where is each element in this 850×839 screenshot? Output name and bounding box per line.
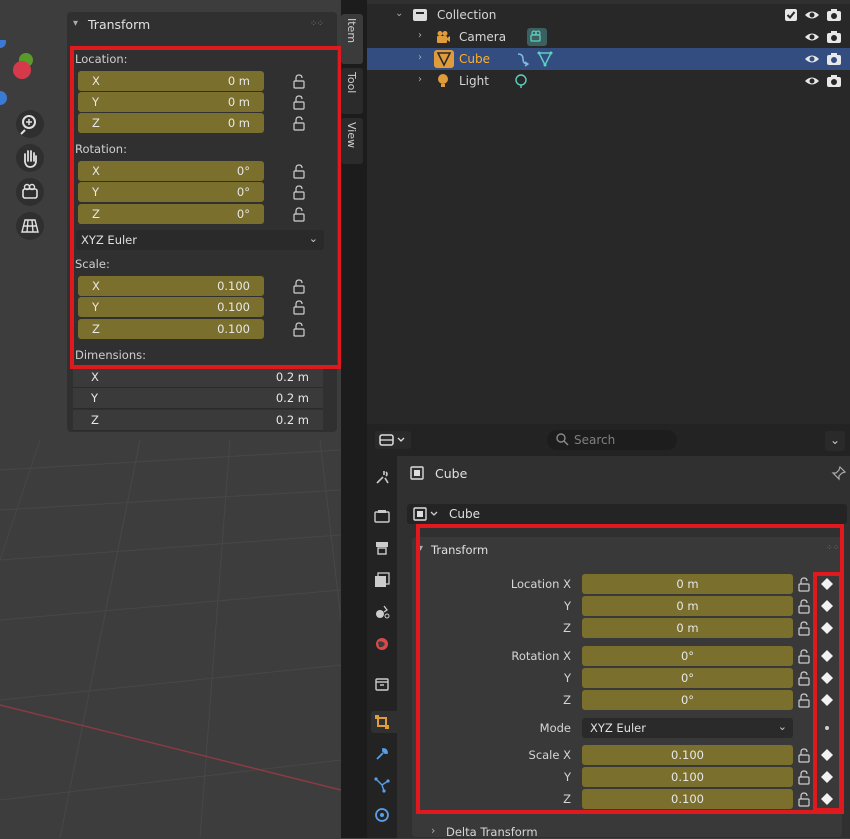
dimensions-y-field[interactable]: Y 0.2 m bbox=[73, 388, 323, 409]
light-icon bbox=[435, 73, 451, 89]
object-datablock-field[interactable]: Cube bbox=[407, 504, 847, 524]
editor-type-selector[interactable] bbox=[375, 431, 411, 449]
chevron-right-icon[interactable]: › bbox=[418, 52, 422, 63]
object-icon bbox=[409, 465, 425, 484]
axis-gizmo[interactable] bbox=[0, 36, 40, 110]
outliner-item-name: Cube bbox=[459, 52, 490, 66]
eye-icon[interactable] bbox=[804, 51, 820, 67]
transform-panel-header[interactable]: ▾ Transform ⁘⁘ bbox=[67, 12, 337, 38]
light-data-icon[interactable] bbox=[513, 73, 529, 89]
outliner-row-light[interactable]: › Light bbox=[367, 70, 850, 92]
mesh-icon bbox=[434, 50, 454, 68]
camera-icon bbox=[435, 29, 451, 45]
outliner: ⌄ Collection › Camera › Cube › Light bbox=[367, 0, 850, 424]
chevron-right-icon: › bbox=[431, 824, 436, 837]
tab-scene[interactable] bbox=[371, 601, 393, 623]
camera-render-icon[interactable] bbox=[826, 7, 842, 23]
dimensions-z-field[interactable]: Z 0.2 m bbox=[73, 410, 323, 431]
tab-view-layer[interactable] bbox=[371, 569, 393, 591]
object-type-icon[interactable] bbox=[412, 506, 442, 525]
modifier-icon[interactable] bbox=[515, 51, 531, 67]
properties-tabs bbox=[367, 456, 397, 838]
properties-editor: Search ⌄ Cube Cube ▾ Transform ⁘⁘ Locati… bbox=[367, 424, 850, 839]
search-input[interactable]: Search bbox=[547, 430, 677, 450]
highlight-box-keyframes bbox=[813, 572, 843, 812]
camera-render-icon[interactable] bbox=[826, 51, 842, 67]
3d-viewport[interactable]: ▾ Transform ⁘⁘ Location: X0 m Y0 m Z0 m … bbox=[0, 0, 341, 838]
camera-render-icon[interactable] bbox=[826, 29, 842, 45]
chevron-right-icon[interactable]: › bbox=[418, 74, 422, 85]
highlight-box bbox=[416, 524, 844, 814]
eye-icon[interactable] bbox=[804, 29, 820, 45]
object-header: Cube bbox=[407, 462, 847, 486]
search-icon bbox=[555, 432, 569, 449]
pin-icon[interactable] bbox=[831, 465, 847, 484]
tab-physics[interactable] bbox=[371, 804, 393, 826]
properties-editor-icon bbox=[379, 434, 405, 446]
zoom-icon[interactable] bbox=[16, 110, 44, 138]
camera-view-icon[interactable] bbox=[16, 178, 44, 206]
tab-tool[interactable] bbox=[371, 466, 393, 488]
delta-transform-title: Delta Transform bbox=[446, 825, 538, 839]
camera-data-icon[interactable] bbox=[527, 28, 547, 46]
eye-icon[interactable] bbox=[804, 73, 820, 89]
object-datablock-name: Cube bbox=[449, 507, 480, 521]
outliner-row-collection[interactable]: ⌄ Collection bbox=[367, 4, 850, 26]
drag-grip-icon[interactable]: ⁘⁘ bbox=[310, 19, 324, 29]
tab-collection[interactable] bbox=[371, 673, 393, 695]
eye-icon[interactable] bbox=[804, 7, 820, 23]
outliner-row-cube[interactable]: › Cube bbox=[367, 48, 850, 70]
mesh-data-icon[interactable] bbox=[537, 51, 553, 67]
chevron-right-icon[interactable]: › bbox=[418, 30, 422, 41]
chevron-down-icon[interactable]: ▾ bbox=[73, 18, 78, 29]
camera-render-icon[interactable] bbox=[826, 73, 842, 89]
tab-item[interactable]: Item bbox=[341, 14, 363, 64]
tab-view[interactable]: View bbox=[341, 118, 363, 164]
tab-output[interactable] bbox=[371, 537, 393, 559]
tab-object[interactable] bbox=[371, 711, 397, 733]
outliner-item-name: Light bbox=[459, 74, 489, 88]
properties-header: Search ⌄ bbox=[367, 424, 850, 456]
options-dropdown-button[interactable]: ⌄ bbox=[825, 431, 845, 451]
delta-transform-panel[interactable]: › Delta Transform bbox=[412, 824, 842, 839]
collection-icon bbox=[412, 7, 428, 23]
checkbox-icon[interactable] bbox=[783, 7, 799, 23]
tab-world[interactable] bbox=[371, 633, 393, 655]
hand-pan-icon[interactable] bbox=[16, 144, 44, 172]
grid-perspective-icon[interactable] bbox=[16, 212, 44, 240]
object-name: Cube bbox=[435, 466, 468, 481]
tab-tool[interactable]: Tool bbox=[341, 68, 363, 114]
chevron-down-icon[interactable]: ⌄ bbox=[395, 8, 403, 19]
tab-modifiers[interactable] bbox=[371, 743, 393, 765]
dimensions-x-field[interactable]: X 0.2 m bbox=[73, 367, 323, 388]
panel-title: Transform bbox=[88, 17, 151, 32]
tab-render[interactable] bbox=[371, 505, 393, 527]
sidebar-tabs: Item Tool View bbox=[341, 14, 363, 174]
collection-name: Collection bbox=[437, 8, 497, 22]
outliner-item-name: Camera bbox=[459, 30, 507, 44]
outliner-row-camera[interactable]: › Camera bbox=[367, 26, 850, 48]
highlight-box bbox=[70, 46, 341, 369]
tab-particles[interactable] bbox=[371, 774, 393, 796]
